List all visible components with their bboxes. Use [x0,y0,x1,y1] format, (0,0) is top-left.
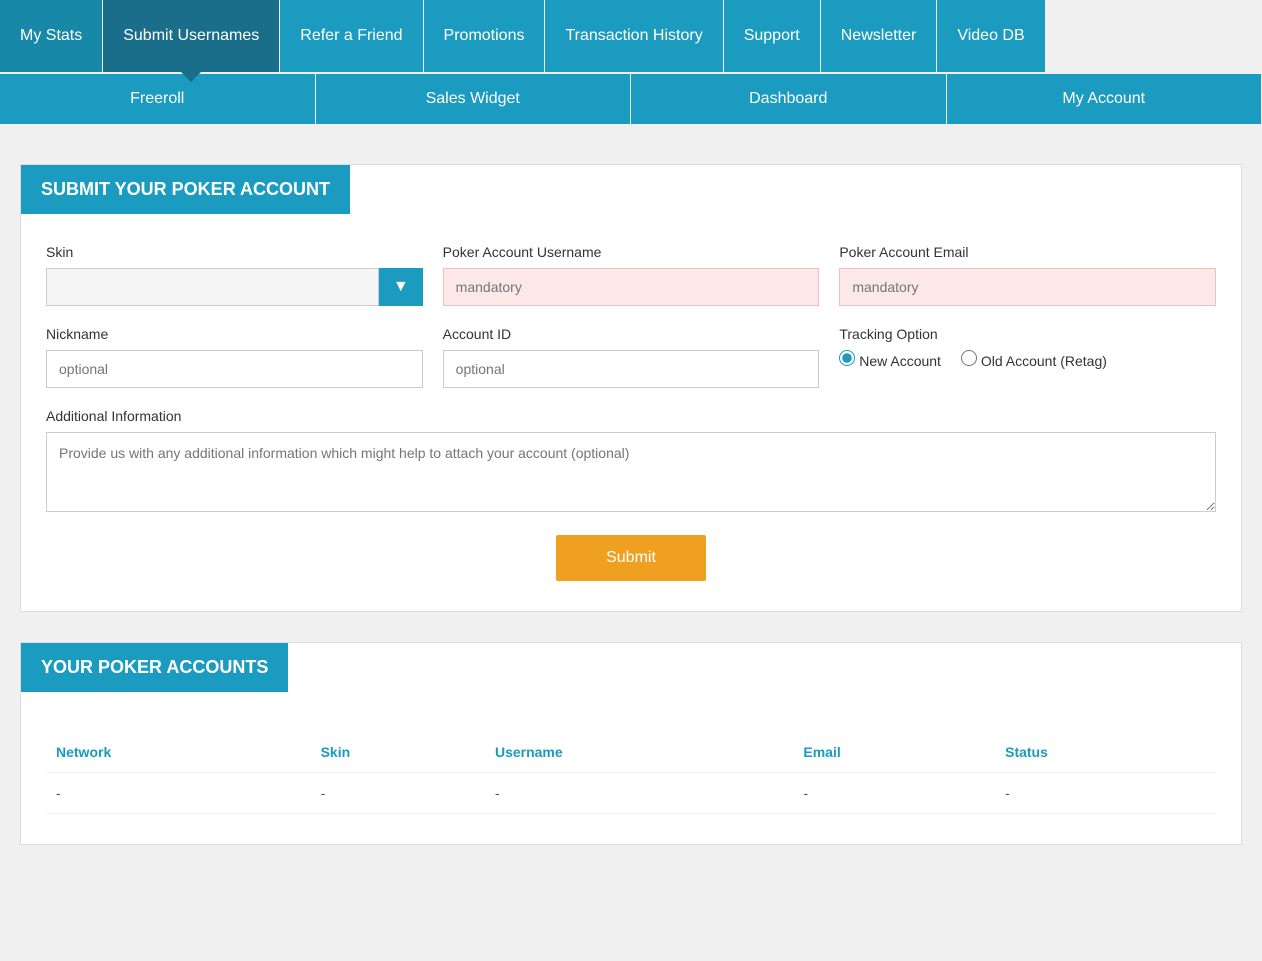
tracking-label: Tracking Option [839,326,1216,342]
skin-dropdown-button[interactable]: ▼ [379,268,423,306]
nav-sales-widget[interactable]: Sales Widget [316,74,632,124]
nav-refer-a-friend[interactable]: Refer a Friend [280,0,423,72]
cell-network: - [46,773,311,814]
main-content: SUBMIT YOUR POKER ACCOUNT Skin 888poker … [0,124,1262,915]
skin-label: Skin [46,244,423,260]
nav-video-db[interactable]: Video DB [937,0,1045,72]
nickname-label: Nickname [46,326,423,342]
table-row: - - - - - [46,773,1216,814]
username-label: Poker Account Username [443,244,820,260]
skin-input[interactable]: 888poker [46,268,379,306]
tracking-new-label: New Account [859,353,941,369]
submit-section-title: SUBMIT YOUR POKER ACCOUNT [21,165,350,214]
cell-skin: - [311,773,485,814]
nav-my-account[interactable]: My Account [947,74,1262,124]
submit-button[interactable]: Submit [556,535,706,581]
accounts-table-body: - - - - - [46,773,1216,814]
additional-label: Additional Information [46,408,1216,424]
tracking-new-radio[interactable] [839,350,855,366]
accounts-section-title: YOUR POKER ACCOUNTS [21,643,288,692]
col-network: Network [46,732,311,773]
account-id-group: Account ID [443,326,820,388]
username-input[interactable] [443,268,820,306]
cell-email: - [793,773,995,814]
nickname-group: Nickname [46,326,423,388]
your-poker-accounts-section: YOUR POKER ACCOUNTS Network Skin Usernam… [20,642,1242,845]
nav-freeroll[interactable]: Freeroll [0,74,316,124]
tracking-group: Tracking Option New Account Old Account … [839,326,1216,388]
email-label: Poker Account Email [839,244,1216,260]
additional-info-group: Additional Information [46,408,1216,515]
form-row-1: Skin 888poker ▼ Poker Account Username P… [46,244,1216,306]
top-navigation: My Stats Submit Usernames Refer a Friend… [0,0,1262,72]
username-group: Poker Account Username [443,244,820,306]
nav-newsletter[interactable]: Newsletter [821,0,938,72]
accounts-table: Network Skin Username Email Status - - -… [46,732,1216,814]
accounts-table-head: Network Skin Username Email Status [46,732,1216,773]
col-username: Username [485,732,793,773]
cell-status: - [995,773,1216,814]
additional-textarea[interactable] [46,432,1216,512]
col-email: Email [793,732,995,773]
submit-row: Submit [46,535,1216,581]
account-id-input[interactable] [443,350,820,388]
nav-support[interactable]: Support [724,0,821,72]
tracking-old-account[interactable]: Old Account (Retag) [961,350,1107,369]
nav-promotions[interactable]: Promotions [424,0,546,72]
account-id-label: Account ID [443,326,820,342]
tracking-old-label: Old Account (Retag) [981,353,1107,369]
nav-my-stats[interactable]: My Stats [0,0,103,72]
submit-poker-account-section: SUBMIT YOUR POKER ACCOUNT Skin 888poker … [20,164,1242,612]
accounts-table-wrapper: Network Skin Username Email Status - - -… [21,692,1241,844]
nav-submit-usernames[interactable]: Submit Usernames [103,0,280,72]
email-input[interactable] [839,268,1216,306]
submit-form: Skin 888poker ▼ Poker Account Username P… [21,214,1241,611]
nav-transaction-history[interactable]: Transaction History [545,0,723,72]
email-group: Poker Account Email [839,244,1216,306]
col-status: Status [995,732,1216,773]
accounts-table-header-row: Network Skin Username Email Status [46,732,1216,773]
skin-select-wrapper: 888poker ▼ [46,268,423,306]
cell-username: - [485,773,793,814]
skin-group: Skin 888poker ▼ [46,244,423,306]
tracking-old-radio[interactable] [961,350,977,366]
tracking-options: New Account Old Account (Retag) [839,350,1216,377]
col-skin: Skin [311,732,485,773]
nickname-input[interactable] [46,350,423,388]
nav-dashboard[interactable]: Dashboard [631,74,947,124]
form-row-2: Nickname Account ID Tracking Option New … [46,326,1216,388]
tracking-new-account[interactable]: New Account [839,350,941,369]
